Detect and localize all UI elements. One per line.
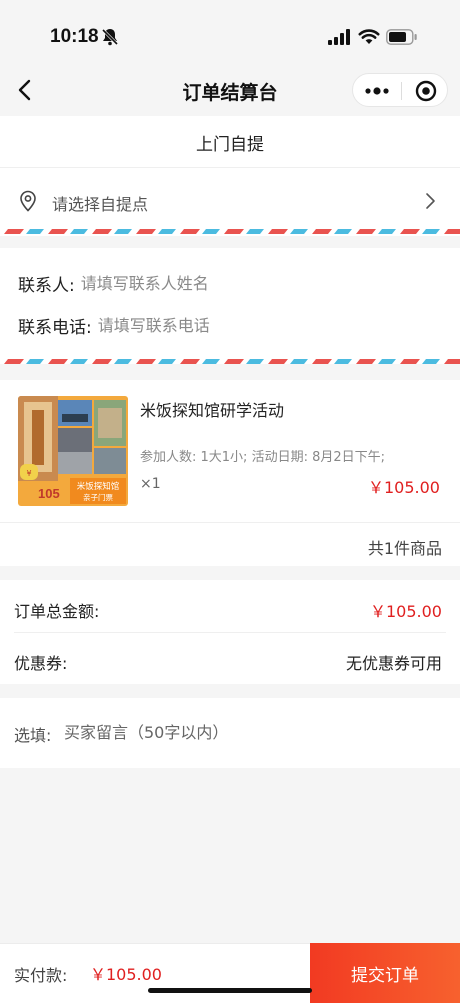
- select-pickup-point-row[interactable]: 请选择自提点: [0, 168, 460, 230]
- tab-self-pickup[interactable]: 上门自提: [0, 130, 460, 155]
- nav-bar: 订单结算台: [0, 64, 460, 116]
- thumb-caption-line1: 米饭探知馆: [77, 481, 120, 492]
- coupon-label: 优惠券:: [14, 654, 68, 673]
- select-pickup-point-label: 请选择自提点: [52, 195, 149, 214]
- order-total-label: 订单总金额:: [14, 602, 100, 621]
- order-total-row: 订单总金额: ￥105.00: [0, 582, 460, 630]
- product-thumbnail[interactable]: ¥ 105 米饭探知馆 亲子门票: [18, 396, 128, 506]
- contact-phone-row: 联系电话:: [18, 310, 398, 340]
- checkout-bar: 实付款: ￥105.00 提交订单: [0, 943, 460, 1003]
- product-image: ¥ 105 米饭探知馆 亲子门票: [18, 396, 128, 506]
- close-mini-program-icon[interactable]: [402, 74, 448, 108]
- home-indicator: [148, 988, 312, 993]
- chevron-right-icon: [426, 193, 435, 209]
- contact-phone-label: 联系电话:: [18, 317, 92, 338]
- bell-slash-icon: [101, 28, 119, 46]
- buyer-message-input[interactable]: [64, 718, 444, 746]
- status-time: 10:18: [50, 26, 99, 47]
- airmail-border: [0, 359, 460, 364]
- pay-amount: ￥105.00: [90, 965, 162, 984]
- battery-icon: [386, 29, 417, 45]
- contact-name-label: 联系人:: [18, 275, 75, 296]
- contact-name-input[interactable]: [80, 273, 381, 293]
- coupon-value: 无优惠券可用: [345, 654, 442, 673]
- divider: [14, 632, 446, 633]
- product-count: 共1件商品: [367, 539, 442, 558]
- submit-order-button[interactable]: 提交订单: [310, 943, 460, 1003]
- message-label: 选填:: [14, 726, 52, 745]
- pickup-section: 上门自提 请选择自提点: [0, 116, 460, 236]
- pay-label: 实付款:: [14, 966, 68, 985]
- product-spec: 参加人数: 1大1小; 活动日期: 8月2日下午;: [140, 450, 386, 465]
- contact-section: 联系人: 联系电话:: [0, 248, 460, 364]
- contact-name-row: 联系人:: [18, 268, 381, 298]
- message-section: 选填:: [0, 698, 460, 768]
- product-price: ￥105.00: [368, 478, 440, 497]
- contact-phone-input[interactable]: [97, 315, 398, 335]
- coupon-row[interactable]: 优惠券: 无优惠券可用: [0, 634, 460, 682]
- svg-text:¥: ¥: [26, 469, 31, 478]
- product-section: ¥ 105 米饭探知馆 亲子门票 米饭探知馆研学活动 参加人数: 1大1小; 活…: [0, 380, 460, 566]
- status-bar: 10:18: [0, 0, 460, 64]
- location-pin-icon: [20, 190, 36, 212]
- totals-section: 订单总金额: ￥105.00 优惠券: 无优惠券可用: [0, 580, 460, 684]
- signal-icon: [328, 29, 350, 45]
- thumb-price-badge: 105: [38, 486, 60, 501]
- more-icon[interactable]: [353, 74, 401, 108]
- product-name: 米饭探知馆研学活动: [140, 401, 285, 420]
- thumb-caption-line2: 亲子门票: [83, 492, 113, 502]
- order-total-value: ￥105.00: [370, 602, 442, 621]
- wifi-icon: [358, 29, 380, 44]
- divider: [0, 522, 460, 523]
- product-quantity: ×1: [140, 476, 161, 492]
- mini-program-capsule: [352, 73, 448, 107]
- airmail-border: [0, 229, 460, 234]
